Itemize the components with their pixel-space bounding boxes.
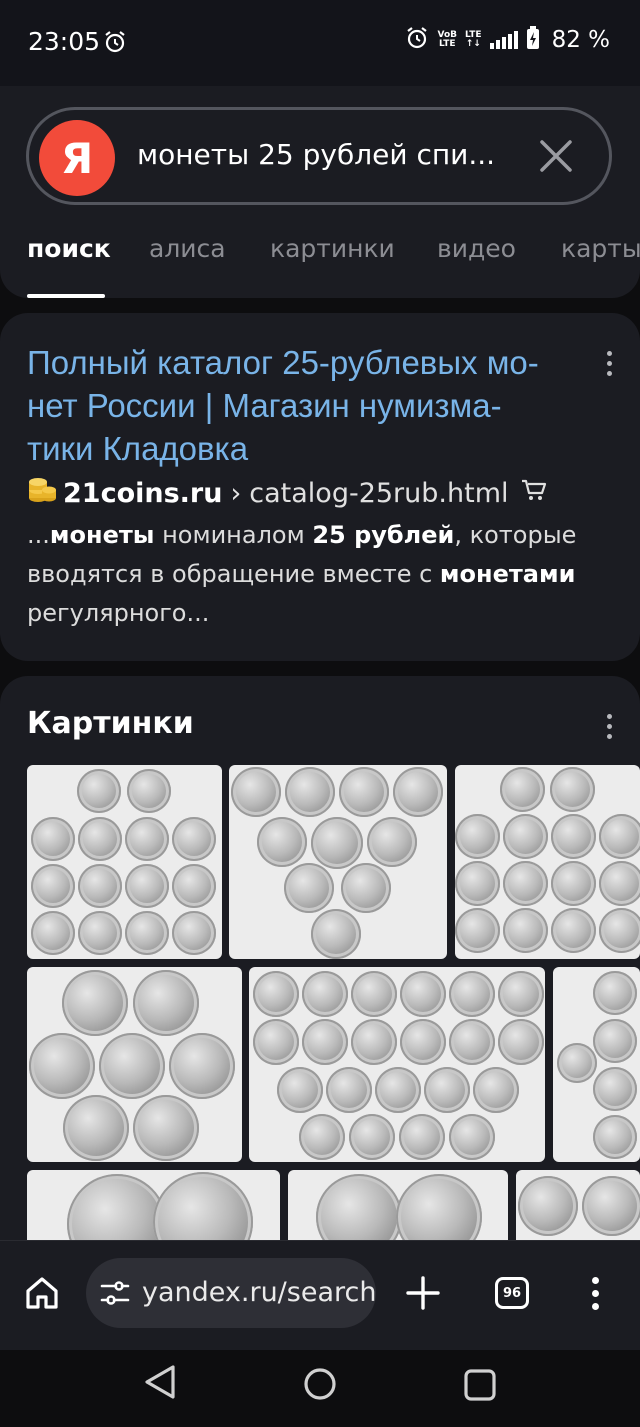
- recent-apps-icon[interactable]: [463, 1368, 497, 1406]
- images-section: Картинки: [0, 676, 640, 1276]
- alarm-icon: [405, 26, 429, 54]
- tab-search[interactable]: поиск: [27, 234, 111, 263]
- snippet-text: регулярного...: [27, 599, 210, 627]
- browser-toolbar: yandex.ru/search 96: [0, 1240, 640, 1350]
- image-thumbnail[interactable]: [229, 765, 447, 959]
- result-title-line: тики Кладовка: [27, 430, 249, 467]
- search-header: Я монеты 25 рублей спи... поиск алиса ка…: [0, 86, 640, 298]
- lte-label: LTE: [465, 30, 482, 40]
- image-thumbnail[interactable]: [553, 967, 640, 1162]
- back-icon[interactable]: [143, 1364, 177, 1404]
- address-url[interactable]: yandex.ru/search: [142, 1277, 376, 1308]
- image-thumbnail[interactable]: [455, 765, 640, 959]
- tab-alice[interactable]: алиса: [149, 234, 226, 263]
- images-section-title: Картинки: [27, 706, 194, 741]
- lte-indicator: LTE ↑↓: [465, 30, 482, 49]
- result-domain[interactable]: 21coins.ru: [63, 478, 222, 509]
- snippet-text: ...: [27, 521, 50, 549]
- status-icons: VoB LTE LTE ↑↓ 82 %: [405, 26, 610, 54]
- status-bar: 23:05 VoB LTE LTE ↑↓ 82 %: [0, 0, 640, 86]
- active-tab-indicator: [27, 294, 105, 298]
- image-thumbnail[interactable]: [249, 967, 545, 1162]
- images-more-icon[interactable]: [607, 714, 612, 739]
- coins-icon: [27, 476, 57, 511]
- result-more-icon[interactable]: [607, 351, 612, 376]
- snippet-highlight: монетами: [439, 560, 576, 588]
- system-nav-bar: [0, 1350, 640, 1427]
- home-circle-icon[interactable]: [303, 1367, 337, 1405]
- site-settings-icon[interactable]: [100, 1280, 130, 1310]
- home-icon[interactable]: [24, 1275, 60, 1315]
- url-separator: ›: [230, 478, 242, 509]
- close-icon[interactable]: [539, 139, 573, 177]
- result-snippet: ...монеты номиналом 25 рублей, которые в…: [27, 516, 607, 633]
- result-title-line: Полный каталог 25-рублевых мо-: [27, 344, 539, 381]
- signal-icon: [489, 31, 518, 49]
- cart-icon: [521, 478, 547, 509]
- result-path[interactable]: catalog-25rub.html: [249, 478, 508, 509]
- tab-video[interactable]: видео: [437, 234, 516, 263]
- volte-sublabel: LTE: [438, 39, 456, 49]
- snippet-highlight: монеты: [49, 521, 155, 549]
- battery-charging-icon: [526, 26, 540, 54]
- result-title-link[interactable]: Полный каталог 25-рублевых мо- нет Росси…: [27, 341, 597, 470]
- tab-images[interactable]: картинки: [270, 234, 395, 263]
- image-thumbnail[interactable]: [27, 967, 242, 1162]
- address-bar[interactable]: yandex.ru/search: [86, 1258, 376, 1328]
- result-title-line: нет России | Магазин нумизма-: [27, 387, 502, 424]
- image-thumbnail[interactable]: [27, 765, 222, 959]
- volte-indicator: VoB LTE: [437, 31, 457, 49]
- search-query[interactable]: монеты 25 рублей спи...: [137, 138, 495, 171]
- yandex-logo[interactable]: Я: [39, 120, 115, 196]
- tab-maps[interactable]: карты: [561, 234, 640, 263]
- browser-menu-icon[interactable]: [592, 1277, 599, 1310]
- alarm-icon: [103, 30, 127, 58]
- status-time: 23:05: [28, 27, 101, 56]
- search-input[interactable]: Я монеты 25 рублей спи...: [26, 107, 612, 205]
- search-tabs: поиск алиса картинки видео карты: [0, 234, 640, 298]
- tabs-counter-button[interactable]: 96: [495, 1277, 529, 1309]
- snippet-text: номиналом: [154, 521, 313, 549]
- snippet-highlight: 25 рублей: [312, 521, 455, 549]
- battery-percent: 82 %: [551, 27, 610, 53]
- result-url[interactable]: 21coins.ru › catalog-25rub.html: [27, 476, 547, 511]
- new-tab-icon[interactable]: [404, 1274, 442, 1316]
